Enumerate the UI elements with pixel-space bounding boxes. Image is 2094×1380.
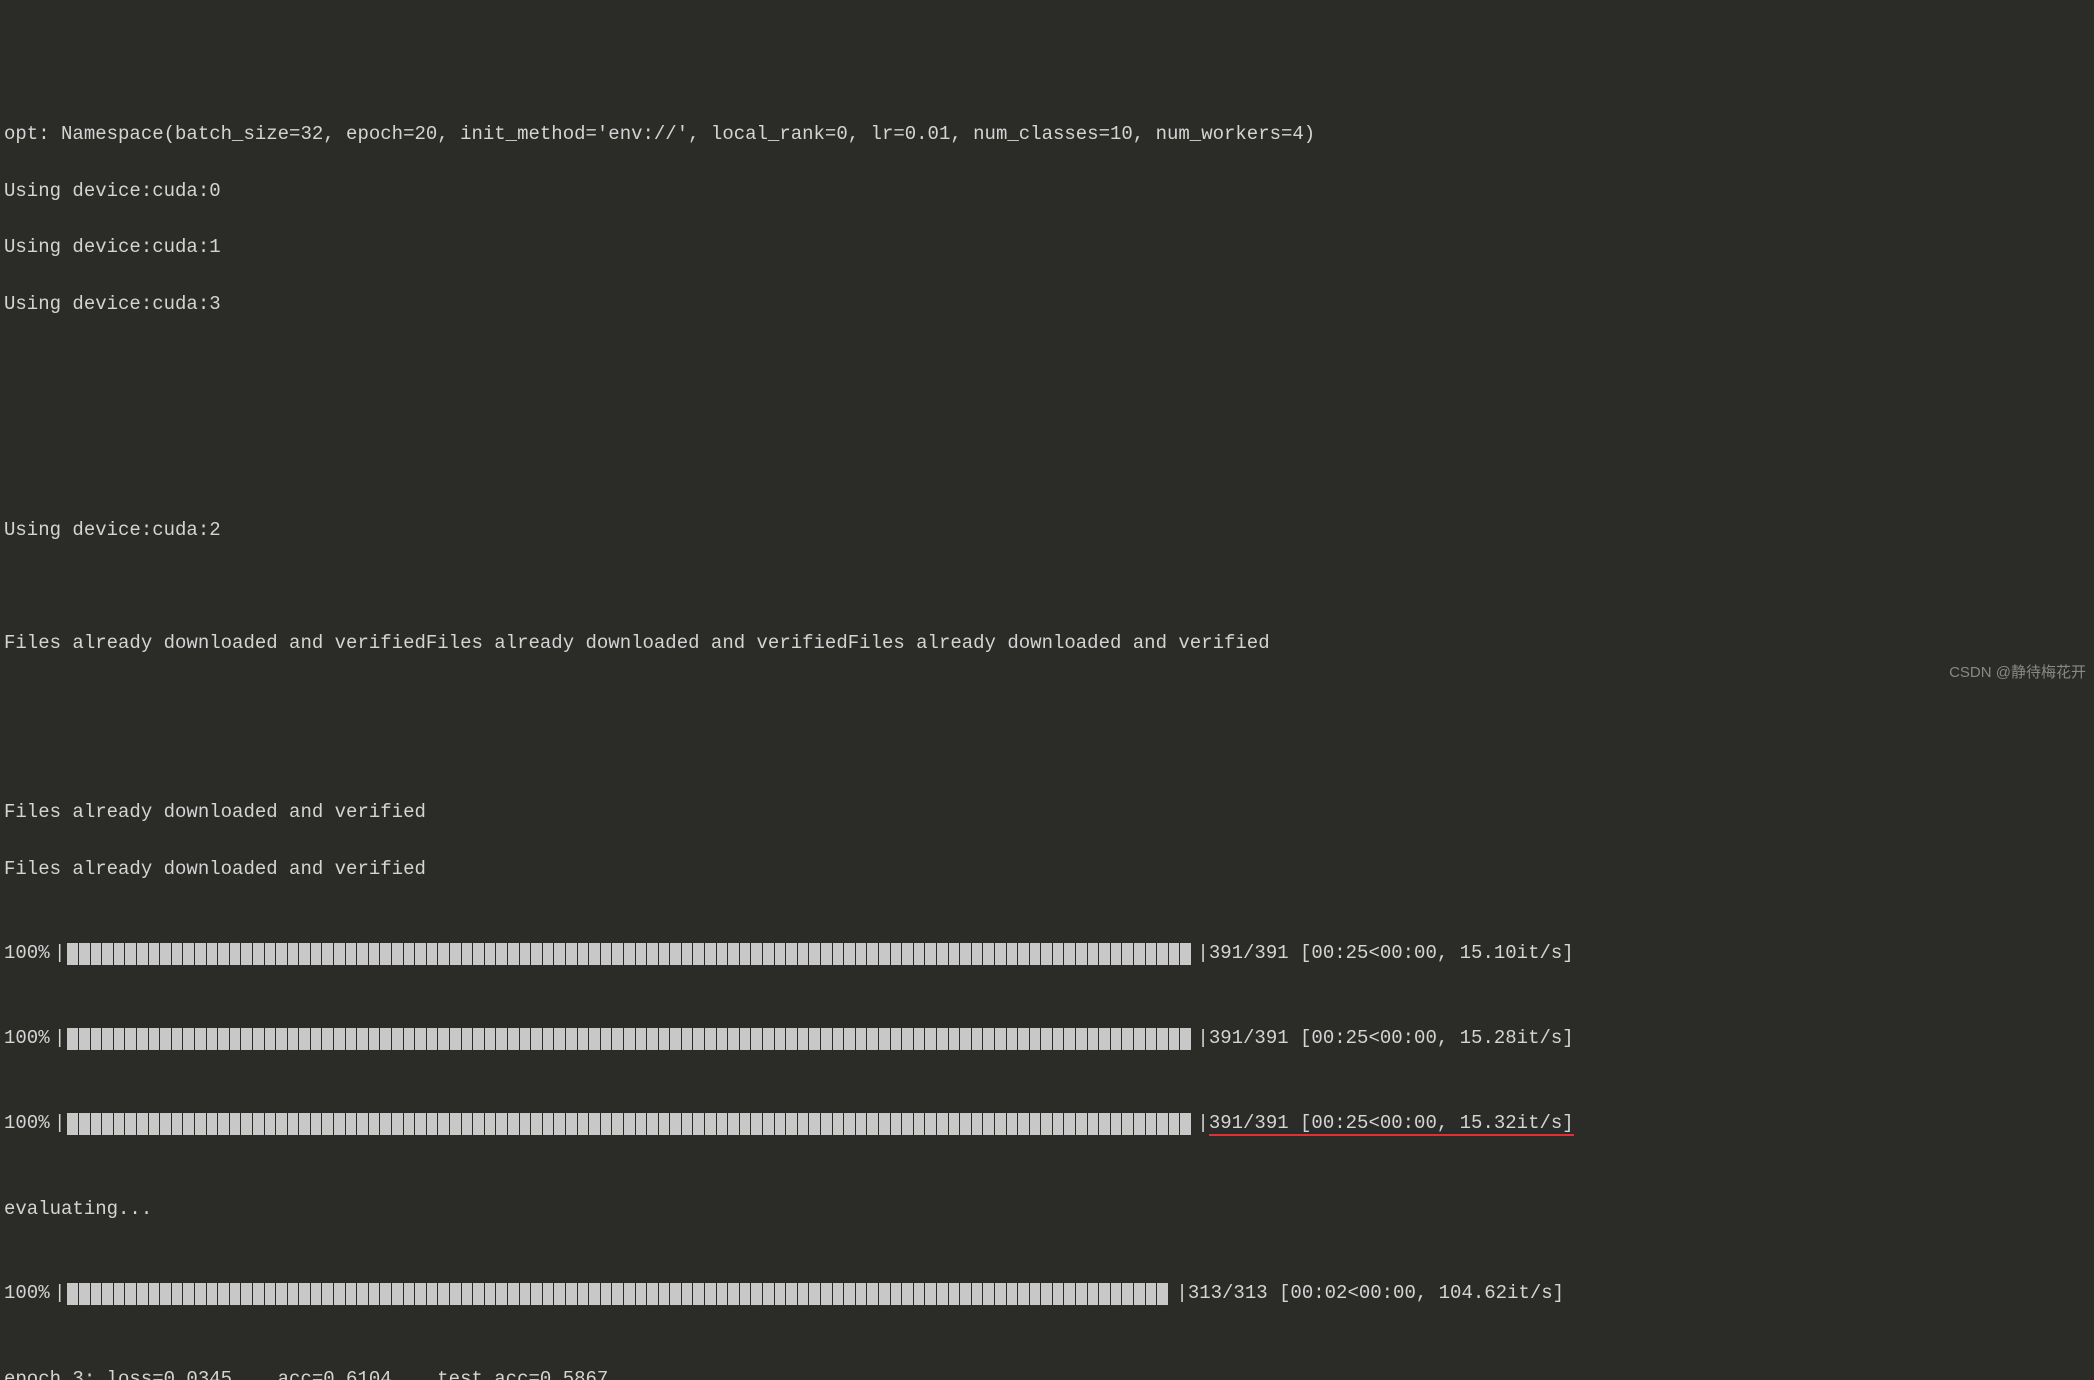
progress-bar-fill bbox=[67, 1113, 1195, 1135]
blank-line bbox=[4, 685, 2090, 713]
progress-percent: 100% bbox=[4, 1024, 54, 1053]
progress-bar-train-2: 100%| | 391/391 [00:25<00:00, 15.32it/s] bbox=[4, 1110, 2090, 1138]
opt-line: opt: Namespace(batch_size=32, epoch=20, … bbox=[4, 120, 2090, 148]
progress-bar-fill bbox=[67, 1028, 1195, 1050]
blank-line bbox=[4, 403, 2090, 431]
progress-stats: 391/391 [00:25<00:00, 15.10it/s] bbox=[1209, 939, 1574, 968]
progress-bar-eval: 100%| | 313/313 [00:02<00:00, 104.62it/s… bbox=[4, 1280, 2090, 1308]
device-line-1: Using device:cuda:1 bbox=[4, 233, 2090, 261]
progress-percent: 100% bbox=[4, 1279, 54, 1308]
evaluating-line: evaluating... bbox=[4, 1195, 2090, 1223]
progress-bar-fill bbox=[67, 943, 1195, 965]
bar-pipe: | bbox=[54, 1109, 65, 1138]
progress-bar-train-0: 100%| | 391/391 [00:25<00:00, 15.10it/s] bbox=[4, 940, 2090, 968]
files-verified-line: Files already downloaded and verified bbox=[4, 798, 2090, 826]
bar-pipe: | bbox=[54, 1279, 65, 1308]
highlight-underline bbox=[1209, 1134, 1574, 1136]
files-verified-line: Files already downloaded and verified bbox=[4, 855, 2090, 883]
progress-stats: 313/313 [00:02<00:00, 104.62it/s] bbox=[1188, 1279, 1564, 1308]
blank-line bbox=[4, 346, 2090, 374]
watermark: CSDN @静待梅花开 bbox=[1949, 662, 2086, 685]
blank-line bbox=[4, 459, 2090, 487]
device-line-0: Using device:cuda:0 bbox=[4, 177, 2090, 205]
blank-line bbox=[4, 742, 2090, 770]
bar-pipe: | bbox=[1197, 1024, 1208, 1053]
epoch-summary-line: epoch 3: loss=0.0345 acc=0.6104 test acc… bbox=[4, 1365, 2090, 1380]
device-line-3: Using device:cuda:3 bbox=[4, 290, 2090, 318]
progress-percent: 100% bbox=[4, 939, 54, 968]
progress-stats: 391/391 [00:25<00:00, 15.28it/s] bbox=[1209, 1024, 1574, 1053]
bar-pipe: | bbox=[1197, 1109, 1208, 1138]
bar-pipe: | bbox=[54, 939, 65, 968]
blank-line bbox=[4, 572, 2090, 600]
progress-bar-train-1: 100%| | 391/391 [00:25<00:00, 15.28it/s] bbox=[4, 1025, 2090, 1053]
device-line-2: Using device:cuda:2 bbox=[4, 516, 2090, 544]
bar-pipe: | bbox=[54, 1024, 65, 1053]
progress-bar-fill bbox=[67, 1283, 1174, 1305]
bar-pipe: | bbox=[1197, 939, 1208, 968]
bar-pipe: | bbox=[1176, 1279, 1187, 1308]
files-verified-line: Files already downloaded and verifiedFil… bbox=[4, 629, 2090, 657]
progress-percent: 100% bbox=[4, 1109, 54, 1138]
